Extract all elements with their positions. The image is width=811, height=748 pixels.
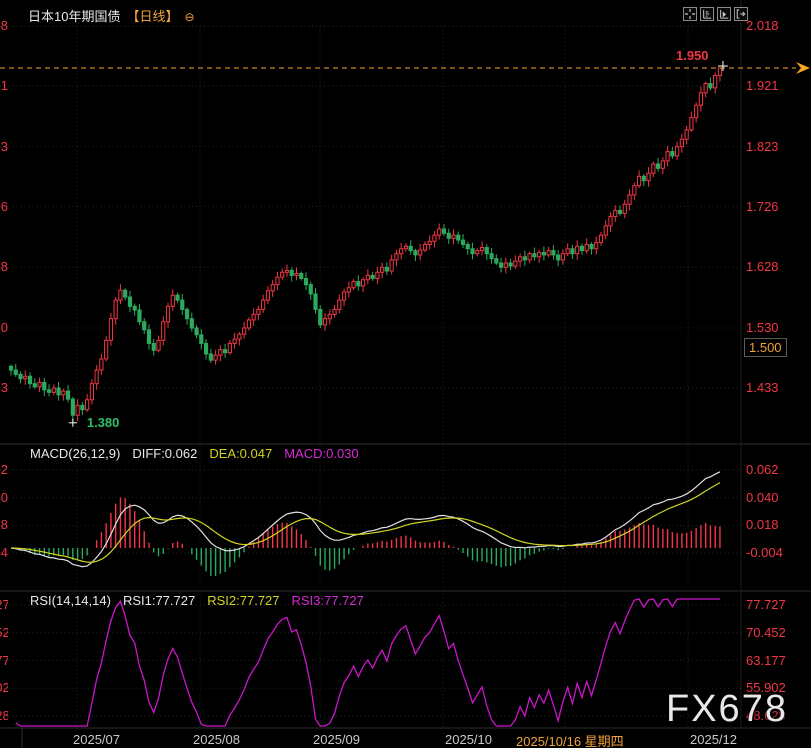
time-axis[interactable] <box>0 731 811 748</box>
timeframe-label: 【日线】 <box>126 9 178 24</box>
rsi-axis-label: 77.727 <box>746 597 786 612</box>
price-axis-label: 1.433 <box>746 380 779 395</box>
collapse-indicator-icon[interactable]: ⊖ <box>184 10 194 24</box>
crosshair-move-icon[interactable] <box>683 7 697 21</box>
macd-axis-label: 0.018 <box>746 517 779 532</box>
trading-chart-app: 日本10年期国债【日线】 ⊖ 2.018 2.018 1.921 1.921 1.823 1… <box>0 0 811 748</box>
price-scale-icon[interactable] <box>700 7 714 21</box>
price-axis-label: 1.530 <box>746 320 779 335</box>
price-axis-label: 1.921 <box>746 78 779 93</box>
chart-canvas[interactable] <box>0 0 811 748</box>
rsi-name-label: RSI(14,14,14) <box>30 593 111 608</box>
rsi3-value: RSI3:77.727 <box>292 593 364 608</box>
macd-macd-value: MACD:0.030 <box>284 446 358 461</box>
rsi-axis-label: 63.177 <box>746 653 786 668</box>
macd-axis-label-left: -0.004 <box>0 545 8 560</box>
rsi1-value: RSI1:77.727 <box>123 593 195 608</box>
rsi-axis-label-left: 63.177 <box>0 653 8 668</box>
macd-axis-label: 0.062 <box>746 462 779 477</box>
macd-dea-value: DEA:0.047 <box>209 446 272 461</box>
current-price-arrow-icon <box>796 62 810 74</box>
macd-diff-value: DIFF:0.062 <box>132 446 197 461</box>
watermark: FX678 <box>666 688 788 731</box>
price-axis-label-left: 2.018 <box>0 18 8 33</box>
rsi-axis-label-left: 55.902 <box>0 680 8 695</box>
chart-toolbar <box>683 7 748 21</box>
low-price-marker: 1.380 <box>87 415 120 430</box>
rsi2-value: RSI2:77.727 <box>207 593 279 608</box>
price-axis-label: 1.823 <box>746 139 779 154</box>
macd-axis-label: 0.040 <box>746 490 779 505</box>
crosshair-date-label: 2025/10/16 星期四 <box>512 731 628 748</box>
auto-scale-icon[interactable] <box>717 7 731 21</box>
chart-title-bar: 日本10年期国债【日线】 ⊖ <box>28 6 195 25</box>
price-axis-label-left: 1.823 <box>0 139 8 154</box>
price-axis-label-left: 1.530 <box>0 320 8 335</box>
rsi-axis-label-left: 70.452 <box>0 625 8 640</box>
high-price-marker: 1.950 <box>676 48 709 63</box>
rsi-indicator-row: RSI(14,14,14) RSI1:77.727 RSI2:77.727 RSI3:… <box>30 593 376 608</box>
macd-axis-label-left: 0.040 <box>0 490 8 505</box>
price-axis-label-left: 1.433 <box>0 380 8 395</box>
price-axis-label: 1.628 <box>746 259 779 274</box>
price-axis-label: 2.018 <box>746 18 779 33</box>
macd-axis-label-left: 0.062 <box>0 462 8 477</box>
price-axis-label-left: 1.921 <box>0 78 8 93</box>
macd-axis-label-left: 0.018 <box>0 517 8 532</box>
instrument-title: 日本10年期国债 <box>28 9 120 24</box>
macd-name-label: MACD(26,12,9) <box>30 446 120 461</box>
go-to-latest-icon[interactable] <box>734 7 748 21</box>
price-axis-label-left: 1.726 <box>0 199 8 214</box>
macd-indicator-row: MACD(26,12,9) DIFF:0.062 DEA:0.047 MACD:0.0… <box>30 446 371 461</box>
rsi-axis-label-left: 77.727 <box>0 597 8 612</box>
macd-axis-label: -0.004 <box>746 545 783 560</box>
rsi-axis-label: 70.452 <box>746 625 786 640</box>
price-level-box[interactable]: 1.500 <box>744 338 787 357</box>
rsi-axis-label-left: 48.628 <box>0 708 8 723</box>
price-axis-label-left: 1.628 <box>0 259 8 274</box>
price-axis-label: 1.726 <box>746 199 779 214</box>
